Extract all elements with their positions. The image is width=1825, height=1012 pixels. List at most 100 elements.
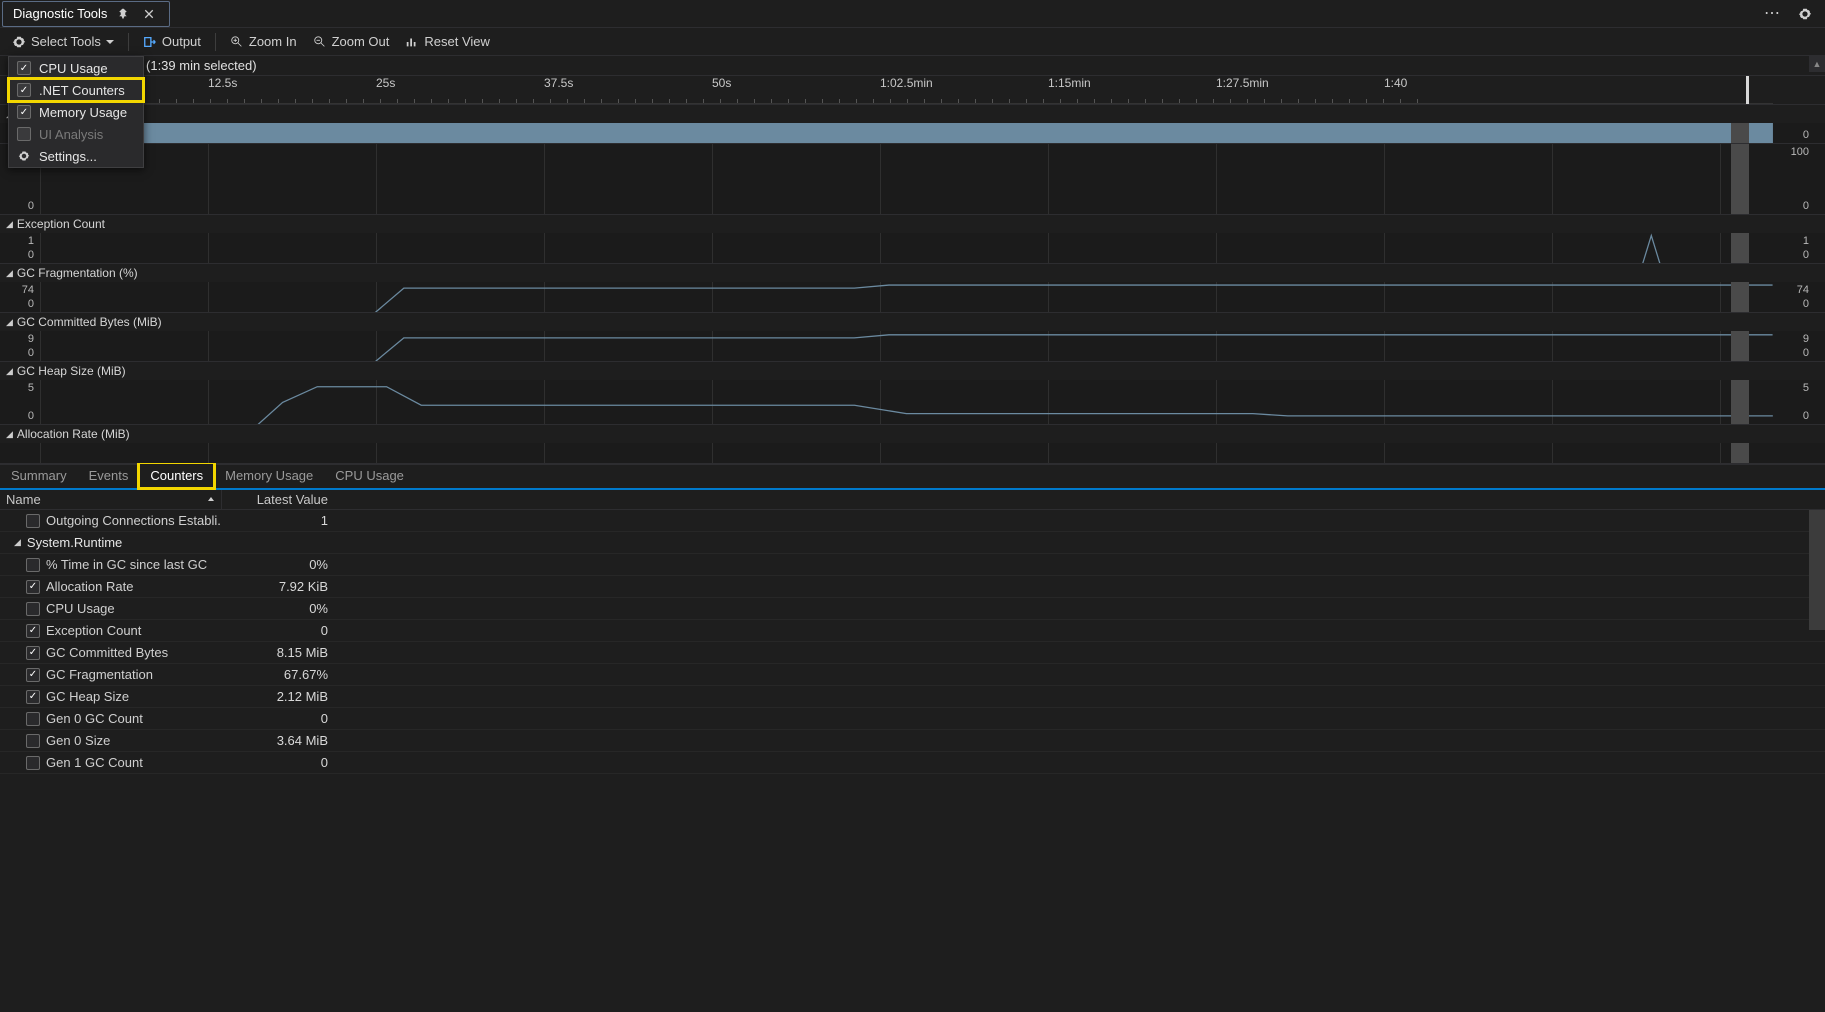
counter-value-cell: 3.64 MiB xyxy=(222,733,334,748)
checkbox[interactable] xyxy=(26,514,40,528)
selection-marker[interactable] xyxy=(1731,123,1749,143)
reset-view-button[interactable]: Reset View xyxy=(399,30,496,54)
counter-label: Exception Count xyxy=(46,623,141,638)
counter-row[interactable]: ✓GC Committed Bytes8.15 MiB xyxy=(0,642,1825,664)
selection-marker[interactable] xyxy=(1731,144,1749,214)
toolbar: Select Tools Output Zoom In Zoom Out Res… xyxy=(0,28,1825,56)
counter-row[interactable]: ✓GC Fragmentation67.67% xyxy=(0,664,1825,686)
scrollbar-thumb[interactable] xyxy=(1809,510,1825,630)
counter-row[interactable]: Outgoing Connections Establi...1 xyxy=(0,510,1825,532)
checkbox[interactable] xyxy=(26,558,40,572)
menu-item-memory-usage[interactable]: ✓Memory Usage xyxy=(9,101,143,123)
swimlane[interactable]: ◢GC Heap Size (MiB)5050 xyxy=(0,361,1825,424)
counter-row[interactable]: ✓Exception Count0 xyxy=(0,620,1825,642)
close-icon[interactable] xyxy=(139,4,159,24)
ruler-tick-label: 25s xyxy=(376,76,395,92)
swimlane[interactable]: 01000 xyxy=(0,143,1825,214)
swimlane-title[interactable]: ◢GC Committed Bytes (MiB) xyxy=(0,313,1825,331)
select-tools-button[interactable]: Select Tools xyxy=(6,30,120,54)
header-latest-value[interactable]: Latest Value xyxy=(222,490,334,509)
pin-icon[interactable] xyxy=(113,4,133,24)
checkbox[interactable] xyxy=(26,602,40,616)
scrollbar-up-icon[interactable]: ▲ xyxy=(1809,56,1825,72)
menu-item--net-counters[interactable]: ✓.NET Counters xyxy=(9,79,143,101)
checkbox[interactable] xyxy=(26,756,40,770)
counter-row[interactable]: % Time in GC since last GC0% xyxy=(0,554,1825,576)
menu-item-cpu-usage[interactable]: ✓CPU Usage xyxy=(9,57,143,79)
selection-marker[interactable] xyxy=(1731,380,1749,424)
counter-value-cell: 7.92 KiB xyxy=(222,579,334,594)
checkbox[interactable]: ✓ xyxy=(26,646,40,660)
selection-marker[interactable] xyxy=(1731,233,1749,263)
counter-value-cell: 2.12 MiB xyxy=(222,689,334,704)
swimlane-title-label: GC Heap Size (MiB) xyxy=(17,364,126,378)
counter-value-cell: 0 xyxy=(222,711,334,726)
swimlane-plot[interactable] xyxy=(40,380,1773,424)
swimlane[interactable]: ◢GC Committed Bytes (MiB)9090 xyxy=(0,312,1825,361)
swimlane-plot[interactable] xyxy=(40,123,1773,143)
menu-item-label: CPU Usage xyxy=(39,61,108,76)
counter-row[interactable]: Gen 0 GC Count0 xyxy=(0,708,1825,730)
zoom-in-button[interactable]: Zoom In xyxy=(224,30,303,54)
header-name[interactable]: Name xyxy=(0,490,222,509)
tab-cpu-usage[interactable]: CPU Usage xyxy=(324,463,415,488)
swimlane-title[interactable]: ◢ors) xyxy=(0,105,1825,123)
tab-label: Events xyxy=(89,468,129,483)
counter-name-cell: ◢System.Runtime xyxy=(0,535,222,550)
checkbox[interactable]: ✓ xyxy=(26,668,40,682)
zoom-out-button[interactable]: Zoom Out xyxy=(307,30,396,54)
tab-memory-usage[interactable]: Memory Usage xyxy=(214,463,324,488)
swimlane[interactable]: ◢GC Fragmentation (%)740740 xyxy=(0,263,1825,312)
counter-name-cell: CPU Usage xyxy=(0,601,222,616)
counter-row[interactable]: CPU Usage0% xyxy=(0,598,1825,620)
gear-icon[interactable] xyxy=(1795,4,1815,24)
checkbox[interactable] xyxy=(26,734,40,748)
counter-name-cell: ✓ Exception Count xyxy=(0,623,222,638)
title-right: ⋯ xyxy=(1763,4,1825,24)
swimlane-title[interactable]: ◢GC Heap Size (MiB) xyxy=(0,362,1825,380)
selection-marker[interactable] xyxy=(1731,282,1749,312)
tab-events[interactable]: Events xyxy=(78,463,140,488)
swimlane[interactable]: ◢Allocation Rate (MiB) xyxy=(0,424,1825,463)
ruler-tick-label: 1:02.5min xyxy=(880,76,933,92)
counter-group-row[interactable]: ◢System.Runtime xyxy=(0,532,1825,554)
swimlane-plot[interactable] xyxy=(40,443,1773,463)
counter-row[interactable]: Gen 1 GC Count0 xyxy=(0,752,1825,774)
more-icon[interactable]: ⋯ xyxy=(1763,4,1783,24)
timeline-ruler[interactable]: 12.5s25s37.5s50s1:02.5min1:15min1:27.5mi… xyxy=(40,76,1773,104)
swimlane[interactable]: ◢Exception Count1010 xyxy=(0,214,1825,263)
checkbox[interactable]: ✓ xyxy=(26,580,40,594)
y-axis-left xyxy=(0,443,38,463)
swimlane-plot[interactable] xyxy=(40,282,1773,312)
swimlane-plot[interactable] xyxy=(40,233,1773,263)
caret-down-icon[interactable]: ◢ xyxy=(14,537,21,548)
swimlane[interactable]: ◢ors)00 xyxy=(0,104,1825,143)
panel-tab-diagnostic-tools[interactable]: Diagnostic Tools xyxy=(2,1,170,27)
counter-row[interactable]: ✓GC Heap Size2.12 MiB xyxy=(0,686,1825,708)
swimlane-title-label: Allocation Rate (MiB) xyxy=(17,427,130,441)
swimlane-plot[interactable] xyxy=(40,144,1773,214)
swimlane-title-label: GC Committed Bytes (MiB) xyxy=(17,315,162,329)
menu-item-settings[interactable]: Settings... xyxy=(9,145,143,167)
swimlane-title[interactable]: ◢Exception Count xyxy=(0,215,1825,233)
tab-summary[interactable]: Summary xyxy=(0,463,78,488)
counter-row[interactable]: ✓Allocation Rate7.92 KiB xyxy=(0,576,1825,598)
zoom-out-label: Zoom Out xyxy=(332,34,390,49)
selection-marker[interactable] xyxy=(1731,331,1749,361)
checkbox[interactable] xyxy=(26,712,40,726)
output-button[interactable]: Output xyxy=(137,30,207,54)
selection-marker[interactable] xyxy=(1731,443,1749,463)
checkbox[interactable]: ✓ xyxy=(26,624,40,638)
checkbox[interactable]: ✓ xyxy=(26,690,40,704)
panel-title: Diagnostic Tools xyxy=(13,6,107,21)
swimlane-title[interactable]: ◢GC Fragmentation (%) xyxy=(0,264,1825,282)
select-tools-menu: ✓CPU Usage✓.NET Counters✓Memory UsageUI … xyxy=(8,56,144,168)
counter-name-cell: ✓GC Heap Size xyxy=(0,689,222,704)
counter-row[interactable]: Gen 0 Size3.64 MiB xyxy=(0,730,1825,752)
swimlane-plot[interactable] xyxy=(40,331,1773,361)
y-axis-left: 50 xyxy=(0,380,38,424)
tab-counters[interactable]: Counters xyxy=(139,463,214,488)
swimlane-title[interactable]: ◢Allocation Rate (MiB) xyxy=(0,425,1825,443)
ruler-cursor[interactable] xyxy=(1746,76,1749,104)
tab-label: CPU Usage xyxy=(335,468,404,483)
